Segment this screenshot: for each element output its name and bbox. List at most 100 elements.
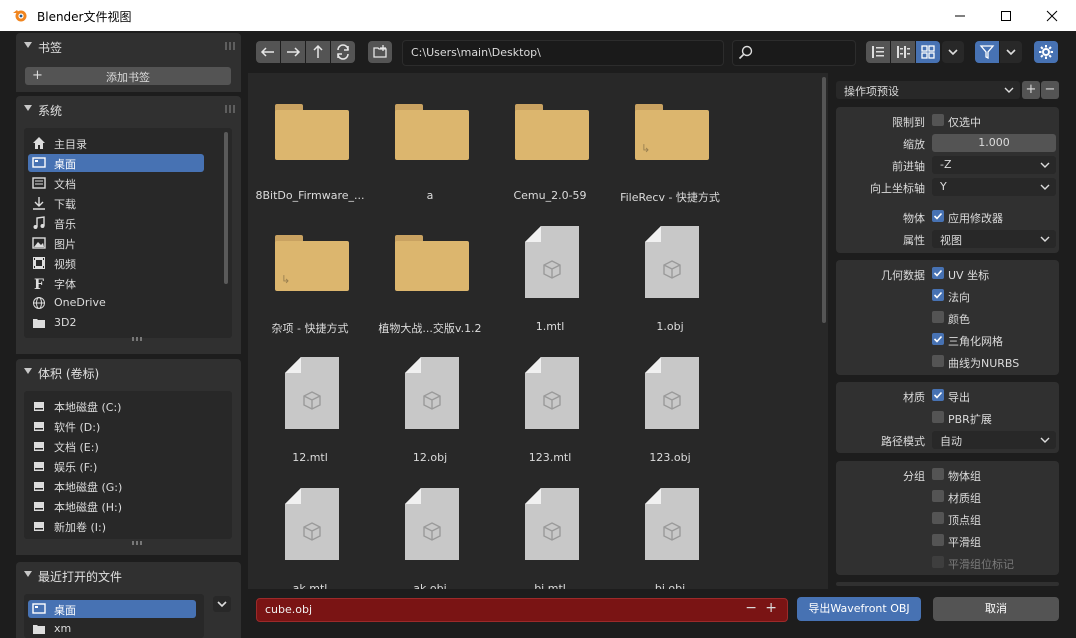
up-row: 向上坐标轴 Y <box>836 177 1059 197</box>
recent-header[interactable]: 最近打开的文件 <box>16 562 241 588</box>
decrement-filename-button[interactable]: − <box>745 600 757 616</box>
uv-checkbox[interactable] <box>932 267 944 279</box>
object-groups-checkbox[interactable] <box>932 468 944 480</box>
close-button[interactable] <box>1029 0 1075 31</box>
back-button[interactable] <box>256 41 280 63</box>
drag-grip-icon[interactable] <box>225 105 235 113</box>
sidebar-item-pictures[interactable]: 图片 <box>28 234 204 252</box>
volume-item[interactable]: 软件 (D:) <box>28 417 204 435</box>
materials-label: 材质 <box>903 391 925 404</box>
curves-nurbs-checkbox[interactable] <box>932 355 944 367</box>
forward-axis-dropdown[interactable]: -Z <box>932 156 1056 174</box>
sidebar-item-onedrive[interactable]: OneDrive <box>28 294 204 312</box>
vertical-list-view-button[interactable] <box>866 41 890 63</box>
folder-icon <box>275 104 349 160</box>
sidebar-item-home[interactable]: 主目录 <box>28 134 204 152</box>
recent-item[interactable]: xm <box>28 620 196 634</box>
file-item[interactable]: 123.obj <box>610 335 730 465</box>
system-scrollbar[interactable] <box>224 132 228 284</box>
volume-item[interactable]: 新加卷 (I:) <box>28 517 204 535</box>
forward-button[interactable] <box>281 41 305 63</box>
file-item[interactable]: 123.mtl <box>490 335 610 465</box>
filename-input[interactable]: cube.obj − + <box>256 598 788 622</box>
apply-modifiers-checkbox[interactable] <box>932 210 944 222</box>
material-groups-checkbox[interactable] <box>932 490 944 502</box>
export-materials-checkbox[interactable] <box>932 389 944 401</box>
sidebar-item-music[interactable]: 音乐 <box>28 214 204 232</box>
file-icon <box>525 488 579 560</box>
smooth-group-bitflags-checkbox[interactable] <box>932 556 944 568</box>
properties-dropdown[interactable]: 视图 <box>932 230 1056 248</box>
file-item[interactable]: 12.mtl <box>250 335 370 465</box>
sidebar-item-videos[interactable]: 视频 <box>28 254 204 272</box>
file-item[interactable]: 1.mtl <box>490 204 610 334</box>
increment-filename-button[interactable]: + <box>765 600 777 616</box>
collapse-arrow-icon <box>24 571 32 577</box>
up-axis-dropdown[interactable]: Y <box>932 178 1056 196</box>
up-axis-value: Y <box>940 180 947 193</box>
drag-grip-icon[interactable] <box>225 42 235 50</box>
resize-handle[interactable] <box>132 541 144 545</box>
sidebar-item-3d2[interactable]: 3D2 <box>28 314 204 332</box>
system-header[interactable]: 系统 <box>16 96 241 122</box>
display-settings-dropdown[interactable] <box>942 41 964 63</box>
folder-item[interactable]: Cemu_2.0-59 <box>490 73 610 203</box>
triangulate-checkbox[interactable] <box>932 333 944 345</box>
add-bookmark-button[interactable]: + 添加书签 <box>25 67 231 85</box>
sidebar-item-desktop[interactable]: 桌面 <box>28 154 204 172</box>
filter-dropdown[interactable] <box>1000 41 1022 63</box>
new-folder-button[interactable] <box>368 41 392 63</box>
thumbnail-view-button[interactable] <box>916 41 940 63</box>
checkmark-icon <box>933 335 943 343</box>
folder-item[interactable]: a <box>370 73 490 203</box>
horizontal-list-view-button[interactable] <box>891 41 915 63</box>
parent-dir-button[interactable] <box>306 41 330 63</box>
pbr-extension-checkbox[interactable] <box>932 411 944 423</box>
scale-field[interactable]: 1.000 <box>932 134 1056 152</box>
colors-checkbox[interactable] <box>932 311 944 323</box>
minimize-button[interactable] <box>937 0 983 31</box>
maximize-button[interactable] <box>983 0 1029 31</box>
volume-item[interactable]: 本地磁盘 (H:) <box>28 497 204 515</box>
normals-checkbox[interactable] <box>932 289 944 301</box>
folder-item[interactable]: ↳ FileRecv - 快捷方式 <box>610 73 730 204</box>
path-mode-dropdown[interactable]: 自动 <box>932 431 1056 449</box>
file-item[interactable]: ak.obj <box>370 466 490 589</box>
selected-only-checkbox[interactable] <box>932 114 944 126</box>
cancel-button[interactable]: 取消 <box>933 597 1059 621</box>
volume-item[interactable]: 文档 (E:) <box>28 437 204 455</box>
export-button[interactable]: 导出Wavefront OBJ <box>797 597 921 621</box>
remove-preset-button[interactable]: − <box>1041 81 1059 99</box>
sidebar-item-fonts[interactable]: F 字体 <box>28 274 204 292</box>
sidebar-item-downloads[interactable]: 下载 <box>28 194 204 212</box>
smooth-groups-checkbox[interactable] <box>932 534 944 546</box>
volume-item[interactable]: 娱乐 (F:) <box>28 457 204 475</box>
recent-dropdown-button[interactable] <box>213 596 231 612</box>
file-item[interactable]: 1.obj <box>610 204 730 334</box>
recent-item-desktop[interactable]: 桌面 <box>28 600 196 618</box>
volume-item[interactable]: 本地磁盘 (C:) <box>28 397 204 415</box>
folder-item[interactable]: ↳ 杂项 - 快捷方式 <box>250 204 370 335</box>
folder-item[interactable]: 8BitDo_Firmware_... <box>250 73 370 203</box>
refresh-button[interactable] <box>331 41 355 63</box>
bookmarks-header[interactable]: 书签 <box>16 33 241 59</box>
search-input[interactable] <box>732 40 856 66</box>
file-item[interactable]: ak.mtl <box>250 466 370 589</box>
file-item[interactable]: 12.obj <box>370 335 490 465</box>
add-preset-button[interactable]: + <box>1022 81 1040 99</box>
filter-toggle-button[interactable] <box>975 41 999 63</box>
folder-item[interactable]: 植物大战...交版v.1.2 <box>370 204 490 335</box>
file-item[interactable]: bj.obj <box>610 466 730 589</box>
sidebar-item-documents[interactable]: 文档 <box>28 174 204 192</box>
settings-toggle-button[interactable] <box>1034 41 1058 63</box>
vertex-groups-checkbox[interactable] <box>932 512 944 524</box>
resize-handle[interactable] <box>132 337 144 341</box>
file-name: 12.mtl <box>292 451 328 464</box>
refresh-icon <box>337 44 349 60</box>
volumes-header[interactable]: 体积 (卷标) <box>16 359 241 385</box>
volume-item[interactable]: 本地磁盘 (G:) <box>28 477 204 495</box>
directory-path-input[interactable]: C:\Users\main\Desktop\ <box>402 40 724 66</box>
operator-preset-dropdown[interactable]: 操作项预设 <box>836 81 1020 99</box>
file-item[interactable]: bj.mtl <box>490 466 610 589</box>
file-grid-scrollbar[interactable] <box>822 77 826 323</box>
